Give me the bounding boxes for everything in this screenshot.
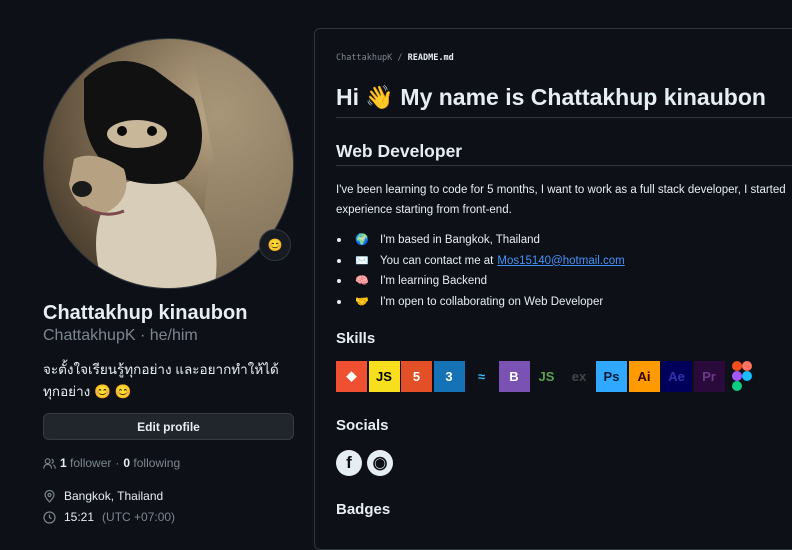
figma-icon	[726, 360, 757, 392]
intro-line-2: experience starting from front-end.	[336, 204, 512, 216]
git-icon: ◆	[336, 360, 367, 392]
location-text: Bangkok, Thailand	[64, 489, 164, 503]
aftereffects-icon: Ae	[661, 360, 692, 392]
html5-icon: 5	[401, 360, 432, 392]
github-icon[interactable]: ◉	[367, 450, 393, 476]
status-emoji-icon: 😊	[267, 238, 283, 252]
photoshop-icon: Ps	[596, 360, 627, 392]
intro-line-1: I've been learning to code for 5 months,…	[336, 184, 786, 196]
timezone-text: (UTC +07:00)	[102, 510, 176, 524]
profile-full-name: Chattakhup kinaubon	[43, 302, 248, 324]
skills-row: ◆ JS 5 3 ≈ B JS ex Ps Ai Ae Pr	[336, 360, 759, 392]
socials-heading: Socials	[336, 417, 389, 434]
profile-sidebar: 😊 Chattakhup kinaubon ChattakhupK · he/h…	[0, 0, 314, 524]
fact-text: I'm learning Backend	[380, 275, 488, 287]
tailwind-icon: ≈	[466, 360, 497, 392]
profile-local-time: 15:21 (UTC +07:00)	[43, 510, 175, 524]
avatar[interactable]	[43, 38, 294, 289]
following-link[interactable]: 0 following	[123, 456, 180, 470]
breadcrumb: ChattakhupK / README.md	[336, 53, 454, 63]
list-item: 🤝 I'm open to collaborating on Web Devel…	[337, 292, 625, 313]
follow-stats: 1 follower · 0 following	[43, 456, 180, 470]
clock-icon	[43, 510, 56, 524]
people-icon	[43, 457, 56, 470]
handshake-icon: 🤝	[355, 295, 369, 308]
list-item: ✉️ You can contact me at Mos15140@hotmai…	[337, 251, 625, 272]
title-divider	[336, 117, 792, 118]
intro-paragraph: I've been learning to code for 5 months,…	[336, 180, 792, 220]
readme-title: Hi 👋 My name is Chattakhup kinaubon	[336, 84, 766, 110]
css3-icon: 3	[433, 360, 465, 392]
socials-row: f ◉	[336, 450, 393, 476]
breadcrumb-file[interactable]: README.md	[408, 53, 454, 63]
edit-profile-button[interactable]: Edit profile	[43, 413, 294, 440]
express-icon: ex	[563, 360, 595, 392]
fact-text: I'm based in Bangkok, Thailand	[380, 234, 540, 246]
profile-username: ChattakhupK · he/him	[43, 327, 198, 344]
premiere-icon: Pr	[693, 360, 725, 392]
readme-card: ChattakhupK / README.md Hi 👋 My name is …	[314, 28, 792, 550]
local-time-text: 15:21	[64, 510, 95, 524]
illustrator-icon: Ai	[628, 360, 660, 392]
list-item: 🧠 I'm learning Backend	[337, 271, 625, 292]
profile-bio: จะตั้งใจเรียนรู้ทุกอย่าง และอยากทำให้ได้…	[43, 362, 279, 399]
fact-text: You can contact me at	[380, 254, 494, 267]
status-emoji-button[interactable]: 😊	[259, 229, 291, 261]
facebook-icon[interactable]: f	[336, 450, 362, 476]
follow-separator: ·	[115, 456, 120, 470]
following-count: 0	[123, 456, 131, 470]
bullet	[337, 279, 341, 284]
globe-icon: 🌍	[355, 234, 369, 246]
breadcrumb-user[interactable]: ChattakhupK	[336, 53, 392, 63]
followers-link[interactable]: 1 follower	[60, 456, 111, 470]
bullet	[337, 299, 341, 304]
following-label: following	[133, 456, 181, 470]
skills-heading: Skills	[336, 330, 376, 347]
followers-count: 1	[60, 456, 67, 470]
subtitle-divider	[336, 165, 792, 166]
list-item: 🌍 I'm based in Bangkok, Thailand	[337, 230, 625, 251]
badges-heading: Badges	[336, 501, 391, 518]
bullet	[337, 258, 341, 263]
javascript-icon: JS	[368, 360, 400, 392]
brain-icon: 🧠	[355, 275, 369, 287]
nodejs-icon: JS	[531, 360, 562, 392]
followers-label: follower	[70, 456, 112, 470]
bullet	[337, 238, 341, 243]
profile-location: Bangkok, Thailand	[43, 489, 163, 503]
facts-list: 🌍 I'm based in Bangkok, Thailand ✉️ You …	[337, 230, 625, 312]
email-link[interactable]: Mos15140@hotmail.com	[497, 251, 624, 272]
location-pin-icon	[43, 489, 56, 503]
bootstrap-icon: B	[498, 360, 530, 392]
readme-subtitle: Web Developer	[336, 141, 463, 161]
breadcrumb-separator: /	[397, 53, 403, 63]
envelope-icon: ✉️	[355, 254, 369, 267]
avatar-container	[43, 38, 294, 289]
avatar-dog-illustration	[69, 57, 293, 288]
fact-text: I'm open to collaborating on Web Develop…	[380, 295, 604, 308]
